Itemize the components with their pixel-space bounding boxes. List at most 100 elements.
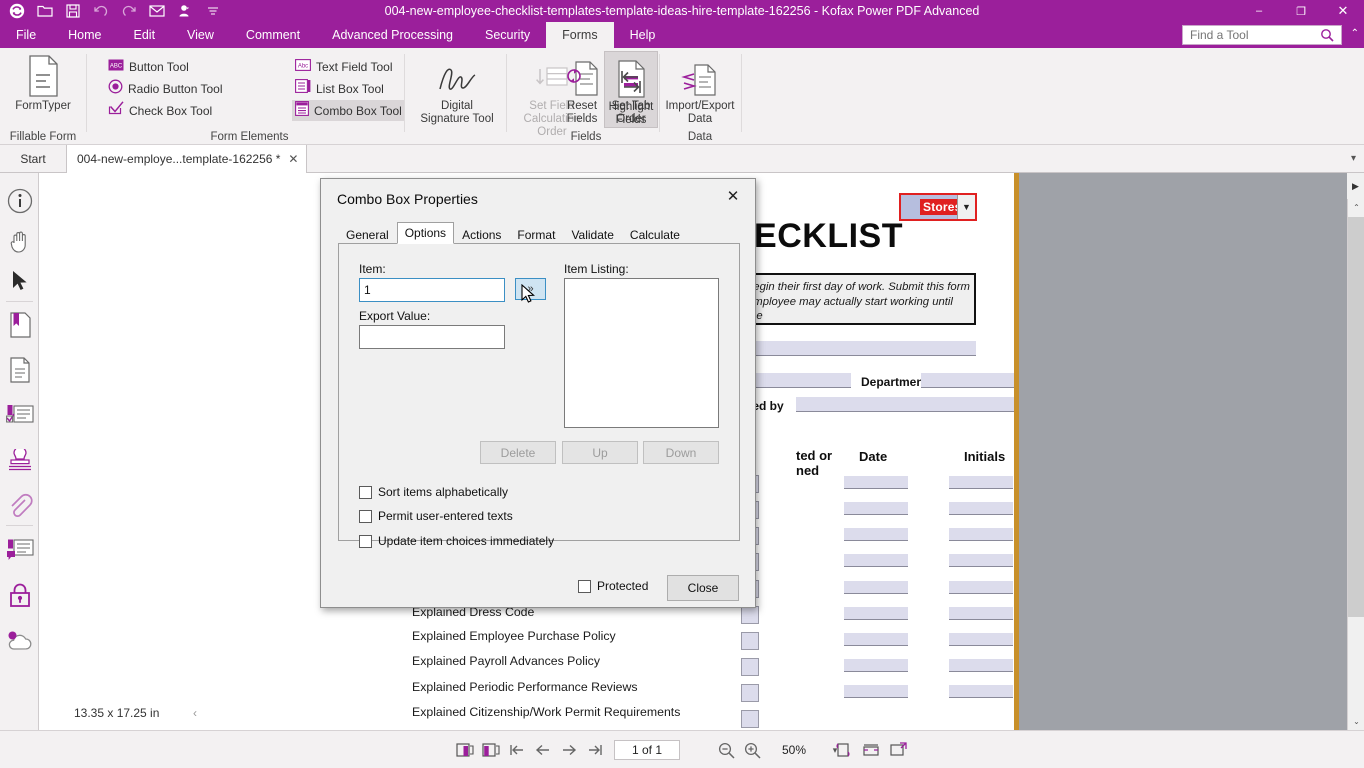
protected-checkbox[interactable] [578, 580, 591, 593]
zoom-out-icon[interactable] [714, 737, 740, 763]
page-number-input[interactable]: 1 of 1 [614, 740, 680, 760]
info-icon[interactable] [0, 181, 39, 220]
tab-home[interactable]: Home [52, 22, 117, 48]
cloud-connector-icon[interactable] [0, 621, 39, 660]
zoom-level-value[interactable]: 50% [766, 743, 822, 757]
first-page-icon[interactable] [504, 737, 530, 763]
tab-start[interactable]: Start [0, 145, 66, 173]
restore-button[interactable]: ❐ [1280, 0, 1322, 22]
tab-file[interactable]: File [0, 22, 52, 48]
vertical-scroll-thumb[interactable] [1348, 217, 1364, 617]
form-field-initials-3[interactable] [949, 528, 1013, 541]
chevron-down-icon[interactable]: ▾ [1351, 153, 1356, 164]
dialog-tab-options[interactable]: Options [397, 222, 454, 244]
single-page-view-icon[interactable] [830, 737, 856, 763]
form-field-date-7[interactable] [844, 633, 908, 646]
form-field-initials-5[interactable] [949, 581, 1013, 594]
previous-page-icon[interactable] [530, 737, 556, 763]
permit-user-entered-texts-checkbox[interactable] [359, 510, 372, 523]
permit-user-entered-texts-row[interactable]: Permit user-entered texts [359, 509, 513, 523]
minimize-button[interactable]: – [1238, 0, 1280, 22]
find-tool-input[interactable] [1188, 26, 1316, 44]
combo-box-properties-dialog[interactable]: Combo Box Properties ✕ General Options A… [320, 178, 756, 608]
next-page-icon[interactable] [556, 737, 582, 763]
scroll-up-arrow-icon[interactable]: ⌃ [1348, 199, 1364, 216]
full-screen-icon[interactable] [886, 737, 912, 763]
form-typer-button[interactable]: FormTyper [4, 51, 82, 113]
form-field-initials-4[interactable] [949, 554, 1013, 567]
tab-view[interactable]: View [171, 22, 230, 48]
form-field-date-6[interactable] [844, 607, 908, 620]
collapse-ribbon-icon[interactable]: ⌃ [1351, 28, 1359, 39]
form-field-initials-8[interactable] [949, 659, 1013, 672]
form-field-initials-1[interactable] [949, 476, 1013, 489]
zoom-in-icon[interactable] [740, 737, 766, 763]
checklist-checkbox-6[interactable] [741, 606, 759, 624]
move-item-up-button[interactable]: Up [562, 441, 638, 464]
collapse-left-panel-icon[interactable]: ‹ [193, 706, 197, 720]
close-icon[interactable]: ✕ [288, 152, 298, 166]
checklist-checkbox-8[interactable] [741, 658, 759, 676]
item-listing-listbox[interactable] [564, 278, 719, 428]
form-field-date-2[interactable] [844, 502, 908, 515]
form-field-initials-6[interactable] [949, 607, 1013, 620]
open-folder-icon[interactable] [32, 0, 58, 22]
close-icon[interactable]: ✕ [715, 183, 751, 209]
form-field-hired-by[interactable] [796, 397, 1016, 412]
form-field-date-4[interactable] [844, 554, 908, 567]
scroll-down-arrow-icon[interactable]: ⌄ [1348, 713, 1364, 730]
radio-button-tool-button[interactable]: Radio Button Tool [105, 78, 226, 99]
form-fields-icon[interactable] [0, 395, 39, 434]
tab-help[interactable]: Help [614, 22, 672, 48]
chevron-down-icon[interactable]: ▼ [957, 195, 975, 219]
form-field-date-1[interactable] [844, 476, 908, 489]
update-item-choices-checkbox[interactable] [359, 535, 372, 548]
tab-active-document[interactable]: 004-new-employe...template-162256 * ✕ [66, 145, 307, 173]
vertical-scrollbar[interactable]: ⌃ ⌄ [1347, 199, 1364, 730]
dialog-tab-validate[interactable]: Validate [563, 225, 621, 244]
dialog-tab-general[interactable]: General [338, 225, 397, 244]
update-item-choices-row[interactable]: Update item choices immediately [359, 534, 554, 548]
last-page-icon[interactable] [582, 737, 608, 763]
comments-icon[interactable] [0, 530, 39, 569]
reset-fields-button[interactable]: Reset Fields [558, 51, 606, 126]
customize-qat-icon[interactable] [200, 0, 226, 22]
dialog-tab-calculate[interactable]: Calculate [622, 225, 688, 244]
button-tool-button[interactable]: ABC Button Tool [105, 56, 192, 77]
bookmarks-icon[interactable] [0, 305, 39, 344]
form-field-date-9[interactable] [844, 685, 908, 698]
checklist-checkbox-9[interactable] [741, 684, 759, 702]
delete-item-button[interactable]: Delete [480, 441, 556, 464]
digital-signature-tool-button[interactable]: Digital Signature Tool [418, 51, 496, 126]
tab-advanced-processing[interactable]: Advanced Processing [316, 22, 469, 48]
tab-security[interactable]: Security [469, 22, 546, 48]
redo-icon[interactable] [116, 0, 142, 22]
save-icon[interactable] [60, 0, 86, 22]
tab-edit[interactable]: Edit [118, 22, 172, 48]
next-view-button[interactable]: ▶ [1347, 173, 1364, 199]
combo-box-tool-button[interactable]: Combo Box Tool [292, 100, 405, 121]
dialog-tab-actions[interactable]: Actions [454, 225, 509, 244]
sort-items-alphabetically-checkbox[interactable] [359, 486, 372, 499]
form-field-department[interactable] [921, 373, 1016, 388]
undo-icon[interactable] [88, 0, 114, 22]
close-button[interactable]: ✕ [1322, 0, 1364, 22]
import-export-data-button[interactable]: Import/Export Data [661, 51, 739, 126]
move-item-down-button[interactable]: Down [643, 441, 719, 464]
fit-width-icon[interactable] [858, 737, 884, 763]
form-field-date-5[interactable] [844, 581, 908, 594]
list-box-tool-button[interactable]: List Box Tool [292, 78, 387, 99]
export-value-input[interactable] [359, 325, 505, 349]
hand-tool-icon[interactable] [0, 221, 39, 260]
stamps-icon[interactable] [0, 441, 39, 480]
pages-icon[interactable] [0, 350, 39, 389]
form-field-initials-2[interactable] [949, 502, 1013, 515]
find-a-tool-box[interactable] [1182, 25, 1342, 45]
set-tab-order-button[interactable]: Set Tab Order [606, 51, 656, 126]
show-left-panel-icon[interactable] [452, 737, 478, 763]
add-item-button[interactable]: » [515, 278, 546, 300]
tab-comment[interactable]: Comment [230, 22, 316, 48]
form-field-initials-9[interactable] [949, 685, 1013, 698]
form-field-name[interactable] [739, 341, 976, 356]
hide-left-panel-icon[interactable] [478, 737, 504, 763]
